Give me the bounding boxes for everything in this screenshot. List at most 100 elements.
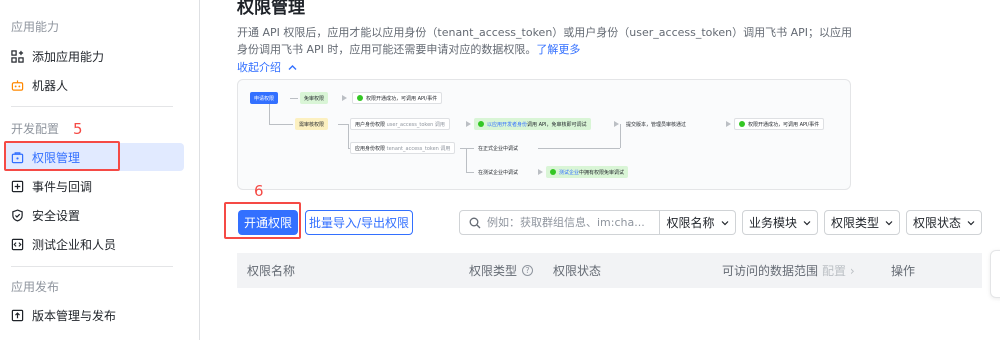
filter-permission-name[interactable]: 权限名称 bbox=[660, 210, 736, 235]
column-permission-name: 权限名称 bbox=[247, 264, 296, 278]
success-dot-icon bbox=[550, 169, 556, 175]
shield-icon bbox=[11, 208, 24, 222]
flow-line bbox=[338, 124, 348, 125]
filter-permission-status[interactable]: 权限状态 bbox=[906, 210, 982, 235]
success-dot-icon bbox=[739, 121, 745, 127]
filter-label: 权限类型 bbox=[830, 216, 879, 230]
flow-apply: 申请权限 bbox=[250, 92, 279, 104]
column-actions: 操作 bbox=[891, 264, 916, 278]
page-title: 权限管理 bbox=[237, 0, 305, 18]
flow-line bbox=[460, 148, 474, 149]
sidebar-item-label: 机器人 bbox=[32, 78, 69, 93]
sidebar-item-label: 安全设置 bbox=[32, 208, 81, 223]
sidebar-divider bbox=[11, 106, 173, 107]
sidebar-item-events[interactable]: 事件与回调 bbox=[4, 172, 184, 200]
learn-more-link[interactable]: 了解更多 bbox=[536, 43, 580, 56]
column-label: 可访问的数据范围 bbox=[722, 264, 819, 278]
flow-text-highlight: 测试企业 bbox=[559, 169, 580, 176]
robot-icon bbox=[11, 79, 24, 92]
sidebar-item-label: 添加应用能力 bbox=[32, 49, 105, 64]
section-title-dev-config: 开发配置 bbox=[11, 122, 60, 136]
page-description: 开通 API 权限后，应用才能以应用身份（tenant_access_token… bbox=[237, 24, 857, 58]
success-dot-icon bbox=[478, 121, 484, 127]
annotation-number-6: 6 bbox=[254, 182, 264, 200]
flow-dev-call: 以应用开发者身份 调用 API，免审核即可调试 bbox=[474, 118, 591, 130]
filter-label: 权限状态 bbox=[912, 216, 961, 230]
permissions-table-header: 权限名称 权限类型 ? 权限状态 可访问的数据范围 配置 › 操作 bbox=[237, 253, 982, 288]
flow-line bbox=[466, 172, 474, 173]
flow-text: 用户身份权限 bbox=[355, 121, 386, 128]
column-permission-type: 权限类型 ? bbox=[469, 253, 534, 288]
flow-prod-debug: 在正式企业中调试 bbox=[478, 145, 519, 152]
help-icon[interactable]: ? bbox=[522, 265, 534, 276]
flow-text: 中拥有权限免审调试 bbox=[579, 169, 625, 176]
chevron-down-icon bbox=[721, 220, 728, 225]
side-panel-handle[interactable] bbox=[990, 250, 1000, 298]
flow-text: 应用身份权限 bbox=[355, 145, 386, 152]
annotation-number-5: 5 bbox=[73, 120, 83, 138]
filter-permission-type[interactable]: 权限类型 bbox=[824, 210, 900, 235]
column-permission-status: 权限状态 bbox=[553, 264, 602, 278]
sidebar-item-add-capability[interactable]: 添加应用能力 bbox=[4, 42, 184, 70]
collapse-label: 收起介绍 bbox=[237, 61, 281, 74]
section-title-app-capability: 应用能力 bbox=[11, 20, 60, 34]
flow-no-review: 免审权限 bbox=[300, 92, 329, 104]
flow-arrow-icon bbox=[726, 121, 731, 127]
sidebar-item-test-enterprise[interactable]: 测试企业和人员 bbox=[4, 230, 184, 258]
configure-link[interactable]: 配置 › bbox=[822, 262, 855, 279]
flow-subtext: user_access_token 调用 bbox=[386, 121, 445, 128]
flow-line bbox=[269, 104, 270, 124]
sidebar-divider bbox=[11, 266, 173, 267]
sidebar-item-label: 版本管理与发布 bbox=[32, 308, 117, 323]
filter-business-module[interactable]: 业务模块 bbox=[742, 210, 818, 235]
flow-subtext: tenant_access_token 调用 bbox=[386, 145, 451, 152]
flow-enabled-after: 权限开通成功，可调用 API/事件 bbox=[734, 118, 825, 130]
flow-line bbox=[290, 98, 298, 99]
search-input[interactable] bbox=[487, 216, 652, 229]
search-box[interactable] bbox=[459, 210, 660, 235]
filter-label: 权限名称 bbox=[666, 216, 715, 230]
annotation-highlight-box bbox=[4, 141, 120, 171]
sidebar-item-robot[interactable]: 机器人 bbox=[4, 71, 184, 99]
flow-test-result: 测试企业 中拥有权限免审调试 bbox=[546, 166, 629, 178]
flow-text: 调用 API，免审核即可调试 bbox=[527, 121, 587, 128]
flow-app-scope: 应用身份权限 tenant_access_token 调用 bbox=[350, 142, 456, 154]
flow-text-highlight: 以应用开发者身份 bbox=[487, 121, 528, 128]
column-data-scope: 可访问的数据范围 配置 › bbox=[722, 253, 855, 288]
sidebar-item-version-release[interactable]: 版本管理与发布 bbox=[4, 301, 184, 329]
chevron-down-icon bbox=[803, 220, 811, 225]
sidebar-item-label: 测试企业和人员 bbox=[32, 237, 117, 252]
flow-text: 权限开通成功，可调用 API/事件 bbox=[748, 121, 820, 128]
flow-user-scope: 用户身份权限 user_access_token 调用 bbox=[350, 118, 450, 130]
chevron-down-icon bbox=[967, 220, 975, 225]
filter-label: 业务模块 bbox=[748, 216, 797, 230]
grid-plus-icon bbox=[11, 49, 24, 63]
flow-text: 权限开通成功，可调用 API/事件 bbox=[366, 95, 438, 102]
flow-line bbox=[466, 148, 467, 172]
permission-flow-diagram: 申请权限 免审权限 权限开通成功，可调用 API/事件 需审核权限 用户身份权限… bbox=[237, 79, 851, 190]
flow-enabled-direct: 权限开通成功，可调用 API/事件 bbox=[352, 92, 443, 104]
flow-need-review: 需审核权限 bbox=[295, 118, 329, 130]
annotation-highlight-box bbox=[224, 202, 301, 239]
code-icon bbox=[11, 238, 24, 251]
flow-line bbox=[348, 124, 349, 148]
flow-test-debug: 在测试企业中调试 bbox=[478, 169, 519, 176]
event-icon bbox=[11, 180, 24, 193]
sidebar: 应用能力 添加应用能力 机器人 开发配置 5 权限管理 事件与回调 安全设置 测… bbox=[0, 0, 200, 340]
column-label: 权限类型 bbox=[469, 264, 518, 278]
flow-line bbox=[269, 124, 293, 125]
success-dot-icon bbox=[357, 95, 363, 101]
flow-line bbox=[538, 148, 620, 149]
sidebar-item-security[interactable]: 安全设置 bbox=[4, 201, 184, 229]
flow-arrow-icon bbox=[538, 169, 543, 175]
flow-submit: 提交版本，管理员审核通过 bbox=[626, 121, 687, 128]
chevron-up-icon bbox=[288, 65, 296, 70]
upload-icon bbox=[11, 309, 24, 322]
flow-arrow-icon bbox=[466, 121, 471, 127]
section-title-app-release: 应用发布 bbox=[11, 280, 60, 294]
bulk-import-export-button[interactable]: 批量导入/导出权限 bbox=[305, 210, 413, 235]
sidebar-item-label: 事件与回调 bbox=[32, 179, 93, 194]
flow-arrow-icon bbox=[342, 95, 347, 101]
flow-arrow-icon bbox=[614, 121, 619, 127]
collapse-intro-toggle[interactable]: 收起介绍 bbox=[237, 59, 297, 75]
